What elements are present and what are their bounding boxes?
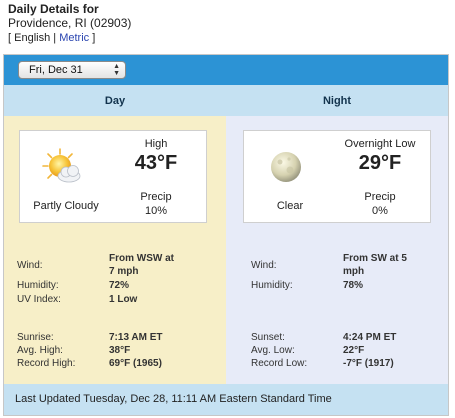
- avg-high-label: Avg. High:: [17, 345, 63, 356]
- day-wind-label: Wind:: [17, 260, 43, 271]
- units-english-link[interactable]: English: [14, 32, 50, 44]
- date-bar: Fri, Dec 31 ▲ ▼: [4, 55, 448, 85]
- unit-switcher: [ English | Metric ]: [8, 31, 131, 46]
- date-select-value: Fri, Dec 31: [29, 64, 83, 76]
- day-humidity-value: 72%: [109, 280, 130, 291]
- sunrise-label: Sunrise:: [17, 332, 54, 343]
- high-label: High: [144, 138, 168, 150]
- partly-cloudy-icon: [42, 148, 81, 183]
- day-condition: Partly Cloudy: [33, 200, 99, 212]
- day-precip-value: 10%: [144, 205, 168, 217]
- page-title: Daily Details for: [8, 2, 99, 16]
- avg-high-value: 38°F: [109, 345, 131, 356]
- date-select[interactable]: Fri, Dec 31 ▲ ▼: [18, 61, 126, 79]
- uv-index-value: 1 Low: [109, 294, 138, 305]
- night-section: Clear Overnight Low 29°F Precip 0% Wind:…: [226, 116, 448, 384]
- night-forecast-card: Clear Overnight Low 29°F Precip 0%: [243, 130, 431, 223]
- day-wind-line1: From WSW at: [109, 253, 174, 264]
- last-updated-bar: Last Updated Tuesday, Dec 28, 11:11 AM E…: [4, 384, 448, 415]
- select-arrows-icon: ▲ ▼: [113, 63, 120, 77]
- record-low-label: Record Low:: [251, 358, 308, 369]
- day-wind-line2: 7 mph: [109, 266, 139, 277]
- units-close-bracket: ]: [92, 32, 96, 44]
- day-humidity-label: Humidity:: [17, 280, 59, 291]
- day-forecast-card: Partly Cloudy High 43°F Precip 10%: [19, 130, 207, 223]
- day-column-header: Day: [104, 95, 126, 107]
- record-high-value: 69°F (1965): [109, 358, 162, 369]
- page-header: Daily Details for Providence, RI (02903)…: [8, 2, 131, 46]
- sunrise-value: 7:13 AM ET: [109, 332, 163, 343]
- units-metric-link[interactable]: Metric: [59, 32, 89, 44]
- overnight-low-label: Overnight Low: [344, 138, 416, 150]
- night-wind-label: Wind:: [251, 260, 277, 271]
- sunset-label: Sunset:: [251, 332, 285, 343]
- night-humidity-value: 78%: [343, 280, 364, 291]
- daily-details-panel: Fri, Dec 31 ▲ ▼ Day Night Partly Cloudy …: [3, 54, 449, 416]
- day-section: Partly Cloudy High 43°F Precip 10% Wind:…: [4, 116, 226, 384]
- night-column-header: Night: [322, 95, 352, 107]
- location-label: Providence, RI (02903): [8, 16, 132, 30]
- night-wind-line1: From SW at 5: [343, 253, 407, 264]
- column-headers: Day Night: [4, 85, 448, 116]
- units-open-bracket: [: [8, 32, 12, 44]
- sunset-value: 4:24 PM ET: [343, 332, 397, 343]
- night-precip-label: Precip: [364, 191, 396, 203]
- night-humidity-label: Humidity:: [251, 280, 293, 291]
- night-wind-line2: mph: [343, 266, 365, 277]
- night-precip-value: 0%: [372, 205, 388, 217]
- avg-low-value: 22°F: [343, 345, 365, 356]
- record-low-value: -7°F (1917): [343, 358, 394, 369]
- night-condition: Clear: [276, 200, 304, 212]
- full-moon-icon: [271, 152, 301, 182]
- uv-index-label: UV Index:: [17, 294, 61, 305]
- last-updated-text: Last Updated Tuesday, Dec 28, 11:11 AM E…: [15, 393, 332, 405]
- day-precip-label: Precip: [140, 191, 172, 203]
- avg-low-label: Avg. Low:: [251, 345, 295, 356]
- record-high-label: Record High:: [17, 358, 76, 369]
- high-temperature: 43°F: [134, 152, 178, 174]
- units-separator: |: [53, 32, 57, 44]
- low-temperature: 29°F: [358, 152, 402, 174]
